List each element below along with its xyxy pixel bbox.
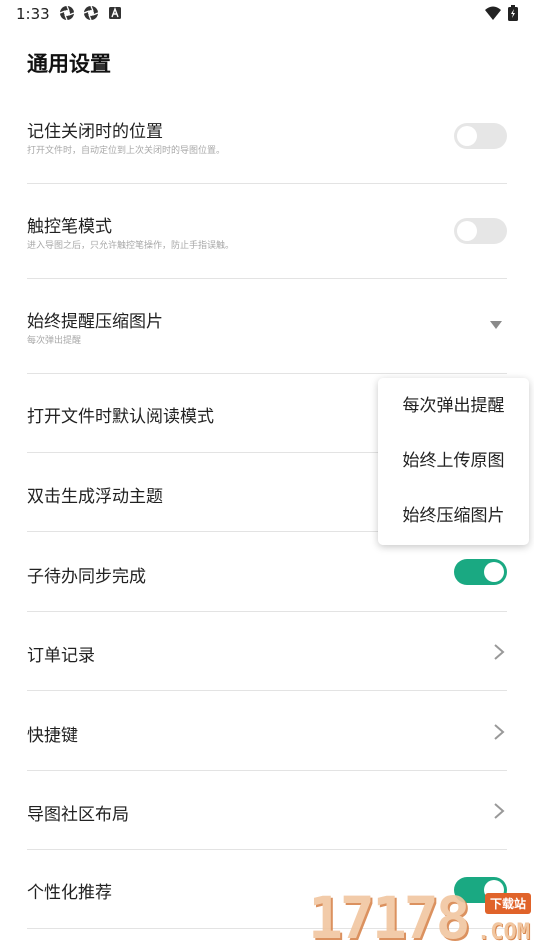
page-title: 通用设置 xyxy=(27,52,111,76)
setting-label: 个性化推荐 xyxy=(27,883,112,903)
setting-sync-subtask-completion[interactable]: 子待办同步完成 xyxy=(27,540,507,606)
chevron-right-icon xyxy=(494,724,505,740)
chevron-right-icon xyxy=(494,644,505,660)
divider xyxy=(27,690,507,691)
setting-label: 打开文件时默认阅读模式 xyxy=(27,407,214,427)
aperture-icon xyxy=(59,5,75,21)
site-watermark: 17178 下载站 .COM xyxy=(308,884,534,952)
divider xyxy=(27,373,507,374)
aperture-icon xyxy=(83,5,99,21)
status-time: 1:33 xyxy=(16,5,50,23)
setting-label: 导图社区布局 xyxy=(27,805,129,825)
setting-label: 双击生成浮动主题 xyxy=(27,487,163,507)
watermark-suffix: .COM xyxy=(477,920,530,945)
setting-shortcuts[interactable]: 快捷键 xyxy=(27,700,507,766)
dropdown-arrow-icon[interactable] xyxy=(490,321,502,329)
setting-label: 始终提醒压缩图片 xyxy=(27,312,163,332)
setting-description: 进入导图之后，只允许触控笔操作，防止手指误触。 xyxy=(27,241,235,251)
toggle-knob xyxy=(457,221,477,241)
status-bar: 1:33 xyxy=(0,0,534,28)
divider xyxy=(27,770,507,771)
setting-order-records[interactable]: 订单记录 xyxy=(27,620,507,686)
wifi-icon xyxy=(485,6,501,20)
watermark-digits: 17178 xyxy=(308,884,471,952)
setting-label: 记住关闭时的位置 xyxy=(27,122,163,142)
divider xyxy=(27,278,507,279)
menu-item-remind-every-time[interactable]: 每次弹出提醒 xyxy=(378,381,529,431)
setting-description: 打开文件时，自动定位到上次关闭时的导图位置。 xyxy=(27,146,226,156)
setting-community-layout[interactable]: 导图社区布局 xyxy=(27,779,507,845)
toggle-knob xyxy=(484,562,504,582)
setting-description: 每次弹出提醒 xyxy=(27,336,82,346)
battery-charging-icon xyxy=(508,5,518,21)
setting-stylus-mode[interactable]: 触控笔模式 进入导图之后，只允许触控笔操作，防止手指误触。 xyxy=(27,205,507,275)
remember-position-toggle[interactable] xyxy=(454,123,507,149)
menu-item-always-upload-original[interactable]: 始终上传原图 xyxy=(378,436,529,486)
setting-label: 子待办同步完成 xyxy=(27,567,146,587)
setting-remember-position[interactable]: 记住关闭时的位置 打开文件时，自动定位到上次关闭时的导图位置。 xyxy=(27,110,507,180)
toggle-knob xyxy=(457,126,477,146)
app-a-icon xyxy=(109,7,121,19)
stylus-mode-toggle[interactable] xyxy=(454,218,507,244)
menu-item-always-compress[interactable]: 始终压缩图片 xyxy=(378,491,529,541)
watermark-badge: 下载站 xyxy=(484,893,531,914)
chevron-right-icon xyxy=(494,803,505,819)
setting-label: 快捷键 xyxy=(27,726,78,746)
sync-subtask-toggle[interactable] xyxy=(454,559,507,585)
divider xyxy=(27,611,507,612)
setting-label: 触控笔模式 xyxy=(27,217,112,237)
setting-label: 订单记录 xyxy=(27,646,95,666)
divider xyxy=(27,183,507,184)
divider xyxy=(27,849,507,850)
compress-image-options-menu: 每次弹出提醒 始终上传原图 始终压缩图片 xyxy=(378,378,529,545)
setting-compress-image-reminder[interactable]: 始终提醒压缩图片 每次弹出提醒 xyxy=(27,300,507,370)
